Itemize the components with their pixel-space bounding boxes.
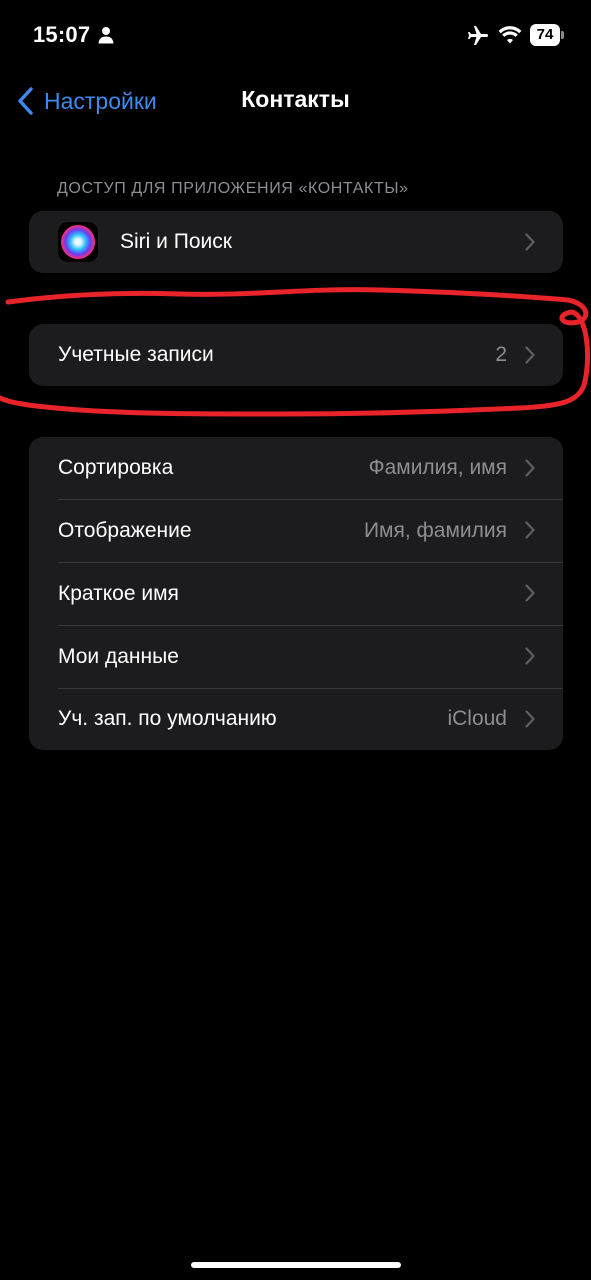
- accounts-row[interactable]: Учетные записи 2: [29, 324, 563, 386]
- default-account-row[interactable]: Уч. зап. по умолчанию iCloud: [29, 688, 563, 750]
- chevron-right-icon: [525, 346, 535, 364]
- row-label: Краткое имя: [58, 581, 179, 605]
- battery-icon: 74: [530, 24, 564, 46]
- chevron-right-icon: [525, 233, 535, 251]
- status-bar: 15:07 74: [0, 0, 591, 72]
- row-label: Уч. зап. по умолчанию: [58, 707, 277, 730]
- home-indicator[interactable]: [191, 1262, 401, 1268]
- chevron-right-icon: [525, 710, 535, 728]
- person-icon: [98, 27, 114, 44]
- accounts-count: 2: [495, 343, 507, 366]
- accounts-group: Учетные записи 2: [29, 324, 563, 386]
- sort-order-row[interactable]: Сортировка Фамилия, имя: [29, 437, 563, 499]
- airplane-icon: [468, 26, 488, 45]
- siri-search-row[interactable]: Siri и Поиск: [29, 211, 563, 273]
- access-group: Siri и Поиск: [29, 211, 563, 273]
- chevron-right-icon: [525, 521, 535, 539]
- row-value: Фамилия, имя: [368, 456, 507, 479]
- section-header-access: ДОСТУП ДЛЯ ПРИЛОЖЕНИЯ «КОНТАКТЫ»: [57, 180, 409, 197]
- status-time: 15:07: [33, 22, 91, 47]
- battery-level: 74: [530, 24, 560, 46]
- settings-group: Сортировка Фамилия, имя Отображение Имя,…: [29, 437, 563, 750]
- row-label: Учетные записи: [58, 343, 214, 366]
- row-label: Сортировка: [58, 456, 174, 479]
- siri-icon: [58, 222, 98, 262]
- chevron-right-icon: [525, 459, 535, 477]
- chevron-right-icon: [525, 584, 535, 602]
- display-order-row[interactable]: Отображение Имя, фамилия: [29, 499, 563, 562]
- row-label: Мои данные: [58, 644, 179, 668]
- short-name-row[interactable]: Краткое имя: [29, 562, 563, 625]
- row-value: iCloud: [447, 707, 507, 730]
- my-info-row[interactable]: Мои данные: [29, 625, 563, 688]
- wifi-icon: [498, 26, 522, 44]
- row-label: Отображение: [58, 518, 192, 542]
- row-label: Siri и Поиск: [120, 230, 232, 253]
- chevron-right-icon: [525, 647, 535, 665]
- row-value: Имя, фамилия: [363, 518, 507, 542]
- page-title: Контакты: [241, 86, 350, 112]
